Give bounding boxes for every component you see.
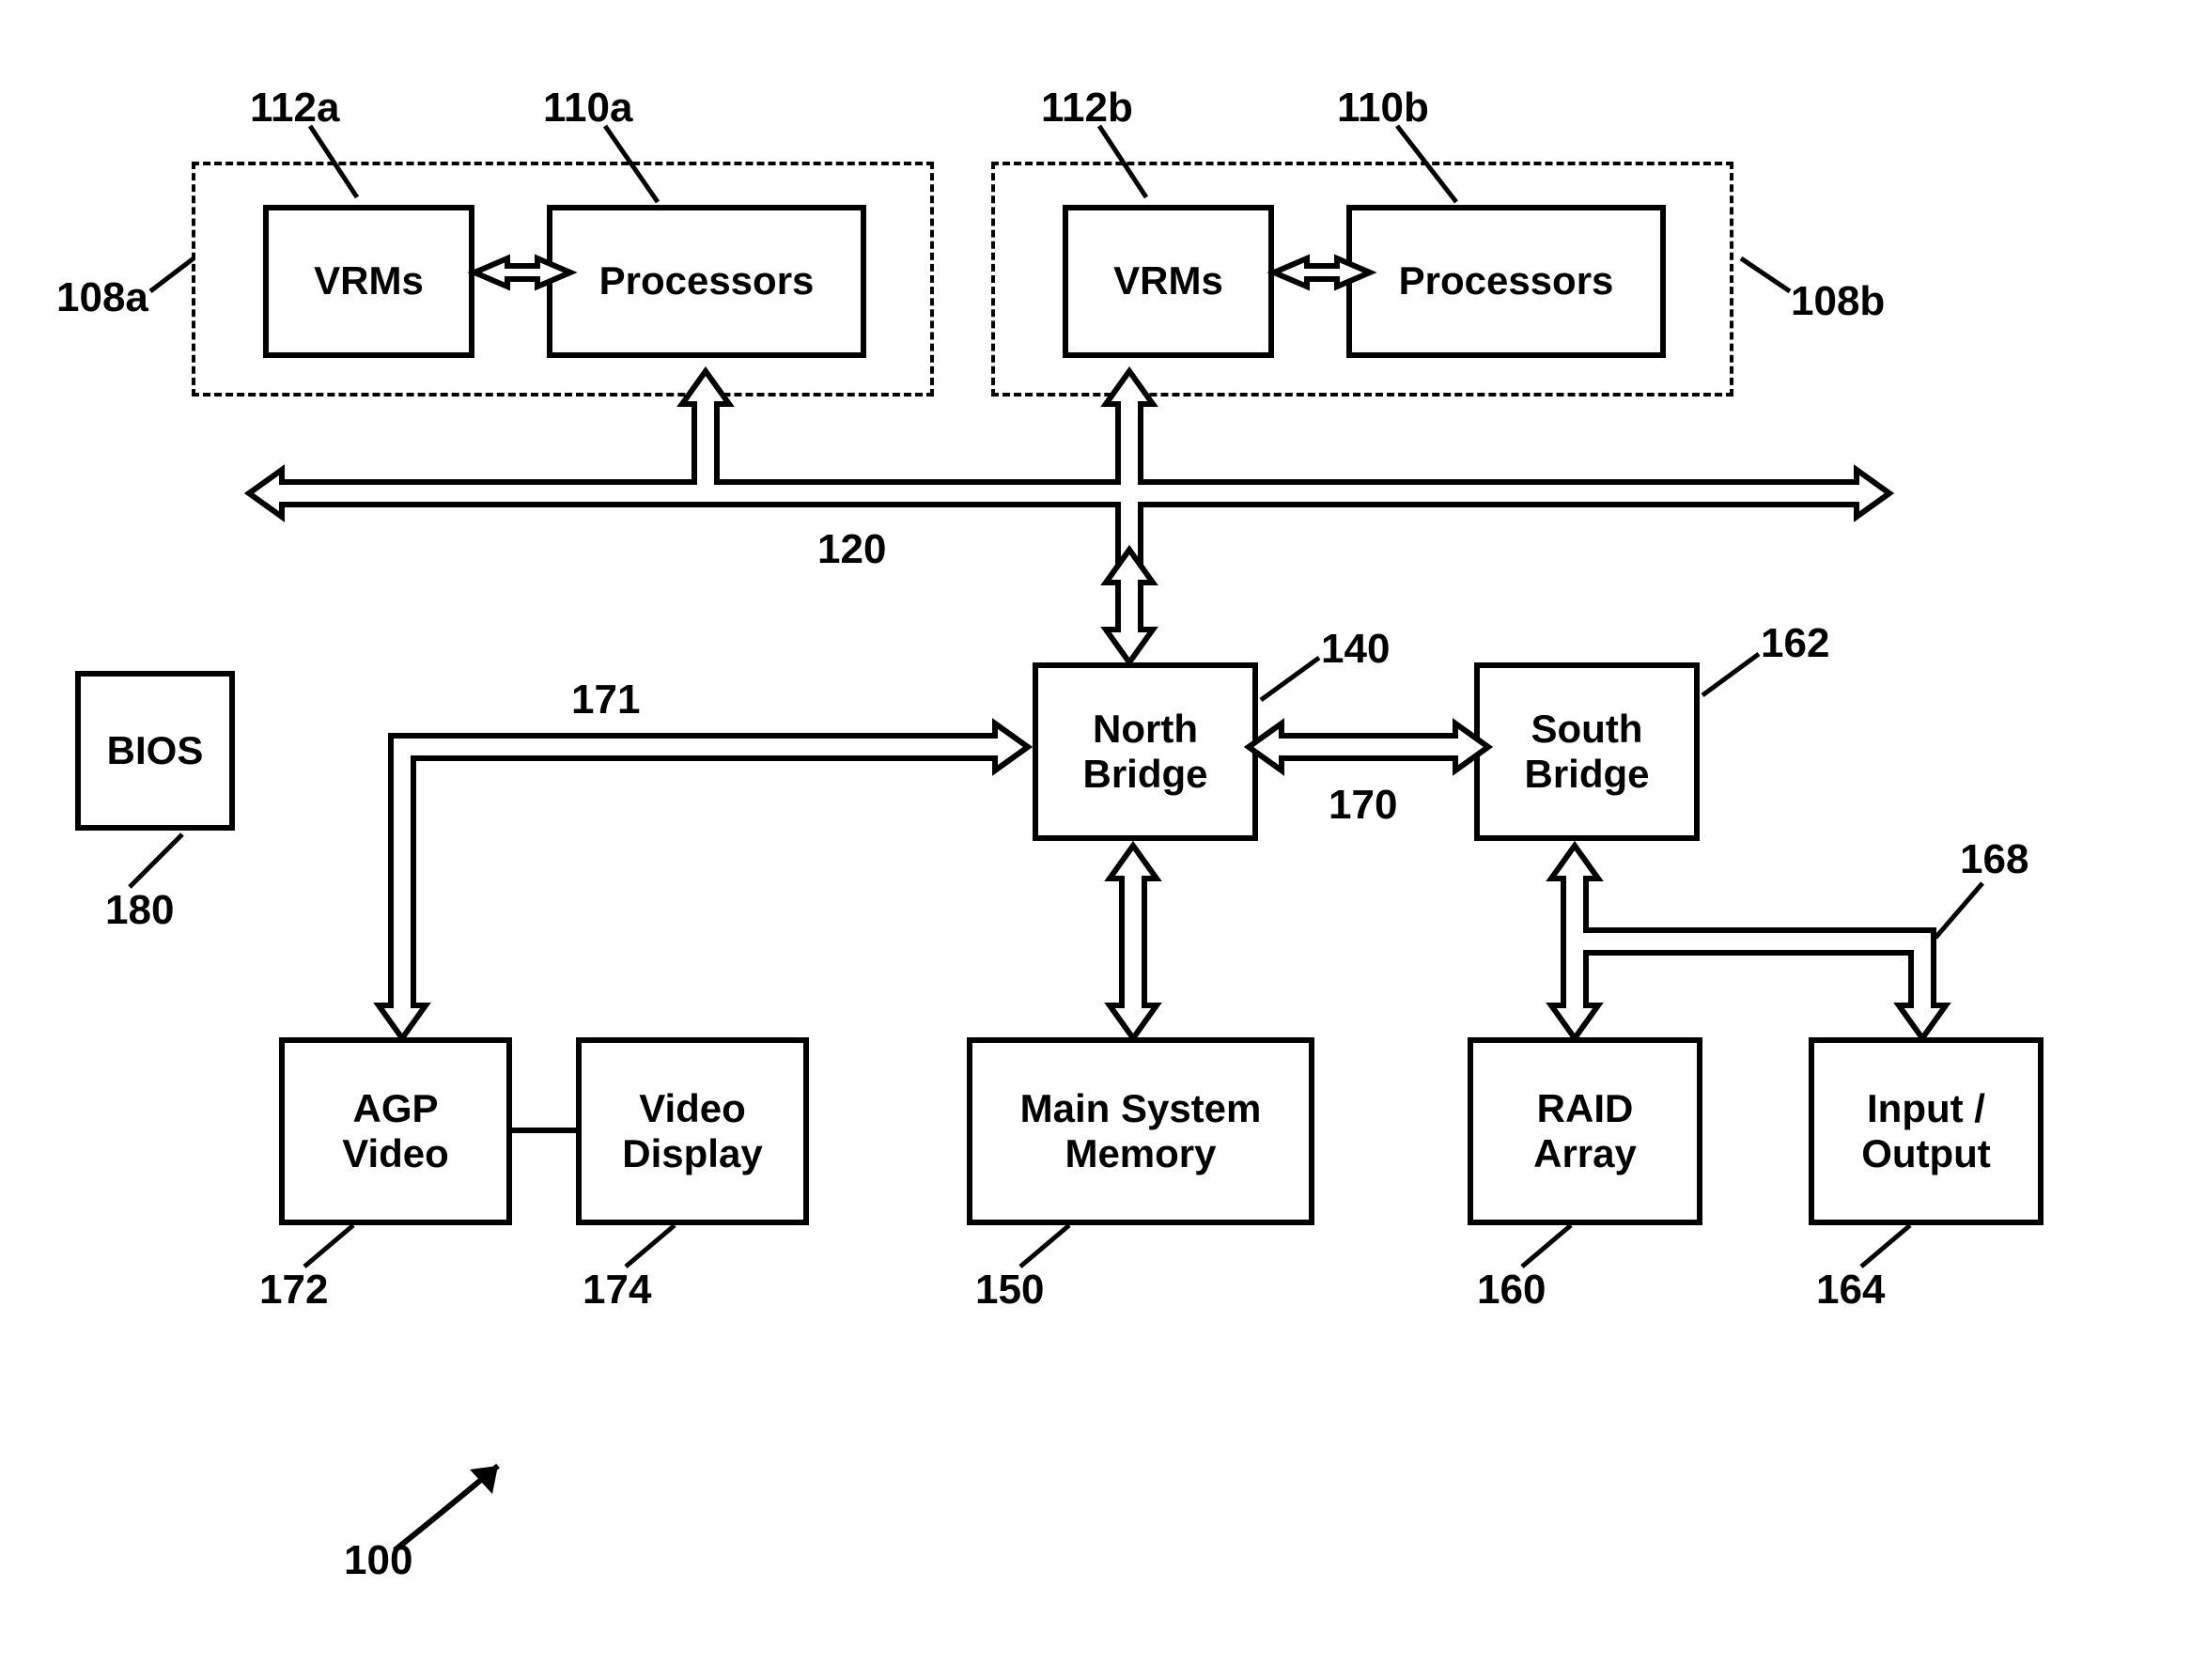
bios-label: BIOS [107,728,204,773]
processors-box-a: Processors [547,205,866,358]
agp-video-box: AGP Video [279,1037,512,1225]
ref-112b: 112b [1041,85,1133,132]
video-display-box: Video Display [576,1037,809,1225]
ref-180: 180 [105,887,174,934]
vrm-a-label: VRMs [314,258,424,303]
ref-172: 172 [259,1267,328,1314]
vrm-b-label: VRMs [1113,258,1223,303]
bios-box: BIOS [75,671,235,831]
ref-160: 160 [1477,1267,1546,1314]
video-display-label: Video Display [622,1086,762,1177]
raid-array-label: RAID Array [1533,1086,1637,1177]
main-memory-box: Main System Memory [967,1037,1314,1225]
vrm-box-a: VRMs [263,205,474,358]
processors-box-b: Processors [1346,205,1666,358]
diagram-stage: VRMs Processors VRMs Processors BIOS Nor… [0,0,2207,1680]
agp-video-label: AGP Video [342,1086,449,1177]
io-label: Input / Output [1861,1086,1991,1177]
proc-a-label: Processors [599,258,815,303]
ref-150: 150 [975,1267,1044,1314]
agp-vdisp-link [512,1128,576,1133]
ref-168: 168 [1960,836,2028,883]
vrm-box-b: VRMs [1063,205,1274,358]
north-bridge-box: North Bridge [1033,662,1258,841]
ref-108b: 108b [1791,278,1885,325]
ref-174: 174 [583,1267,651,1314]
north-bridge-label: North Bridge [1082,707,1207,798]
ref-120: 120 [817,526,886,573]
ref-100: 100 [344,1537,412,1584]
south-bridge-box: South Bridge [1474,662,1700,841]
ref-164: 164 [1816,1267,1885,1314]
ref-171: 171 [571,677,640,723]
ref-112a: 112a [250,85,339,132]
ref-110b: 110b [1337,85,1429,132]
ref-110a: 110a [543,85,632,132]
ref-108a: 108a [56,274,148,321]
io-box: Input / Output [1809,1037,2044,1225]
south-bridge-label: South Bridge [1524,707,1649,798]
raid-array-box: RAID Array [1468,1037,1702,1225]
ref-170: 170 [1329,782,1397,829]
ref-162: 162 [1761,620,1829,667]
proc-b-label: Processors [1399,258,1614,303]
ref-140: 140 [1321,626,1390,673]
main-memory-label: Main System Memory [1020,1086,1262,1177]
